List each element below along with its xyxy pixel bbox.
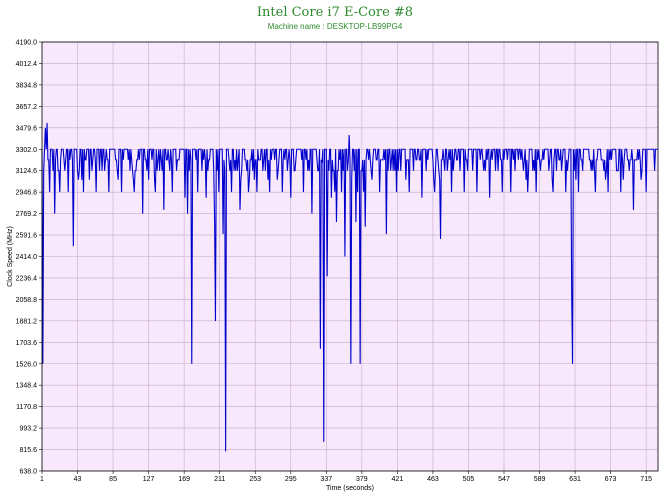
x-axis-label: Time (seconds) (326, 485, 374, 492)
y-tick-label: 1703.6 (16, 340, 38, 347)
y-tick-label: 2946.8 (16, 190, 38, 197)
y-axis-ticks: 4190.0 4012.4 3834.8 3657.2 3479.6 3302.0 3124… (16, 40, 42, 476)
x-tick-label: 169 (178, 476, 190, 483)
x-tick-label: 295 (285, 476, 297, 483)
x-tick-label: 43 (74, 476, 82, 483)
x-tick-label: 85 (109, 476, 117, 483)
y-tick-label: 3124.6 (16, 168, 38, 175)
x-tick-label: 505 (463, 476, 475, 483)
x-tick-label: 631 (569, 476, 581, 483)
y-tick-label: 1348.4 (16, 383, 38, 390)
y-tick-label: 3834.8 (16, 82, 38, 89)
y-tick-label: 2058.8 (16, 297, 38, 304)
y-tick-label: 2414.0 (16, 254, 38, 261)
x-tick-label: 715 (640, 476, 652, 483)
x-tick-label: 421 (392, 476, 404, 483)
y-tick-label: 4190.0 (16, 40, 38, 47)
x-tick-label: 673 (605, 476, 617, 483)
y-tick-label: 1526.0 (16, 361, 38, 368)
x-tick-label: 589 (534, 476, 546, 483)
x-axis-ticks: 1 43 85 127 169 211 253 295 337 379 421 463 505 547 58… (40, 471, 652, 483)
x-tick-label: 337 (320, 476, 332, 483)
x-tick-label: 253 (249, 476, 261, 483)
x-tick-label: 379 (356, 476, 368, 483)
y-tick-label: 815.6 (19, 447, 37, 454)
y-axis-label: Clock Speed (MHz) (7, 226, 14, 287)
y-tick-label: 2769.2 (16, 211, 38, 218)
y-tick-label: 3479.6 (16, 125, 38, 132)
y-tick-label: 3302.0 (16, 147, 38, 154)
y-tick-label: 2591.6 (16, 233, 38, 240)
y-tick-label: 638.0 (19, 469, 37, 476)
y-tick-label: 2236.4 (16, 275, 38, 282)
x-tick-label: 1 (40, 476, 44, 483)
x-tick-label: 127 (143, 476, 155, 483)
y-tick-label: 1881.2 (16, 318, 38, 325)
y-tick-label: 993.2 (19, 426, 37, 433)
y-tick-label: 3657.2 (16, 104, 38, 111)
y-tick-label: 4012.4 (16, 61, 38, 68)
x-tick-label: 211 (214, 476, 225, 483)
y-tick-label: 1170.8 (16, 404, 37, 411)
x-tick-label: 547 (498, 476, 510, 483)
x-tick-label: 463 (427, 476, 439, 483)
clock-speed-chart: 4190.0 4012.4 3834.8 3657.2 3479.6 3302.0 3124… (7, 40, 659, 492)
